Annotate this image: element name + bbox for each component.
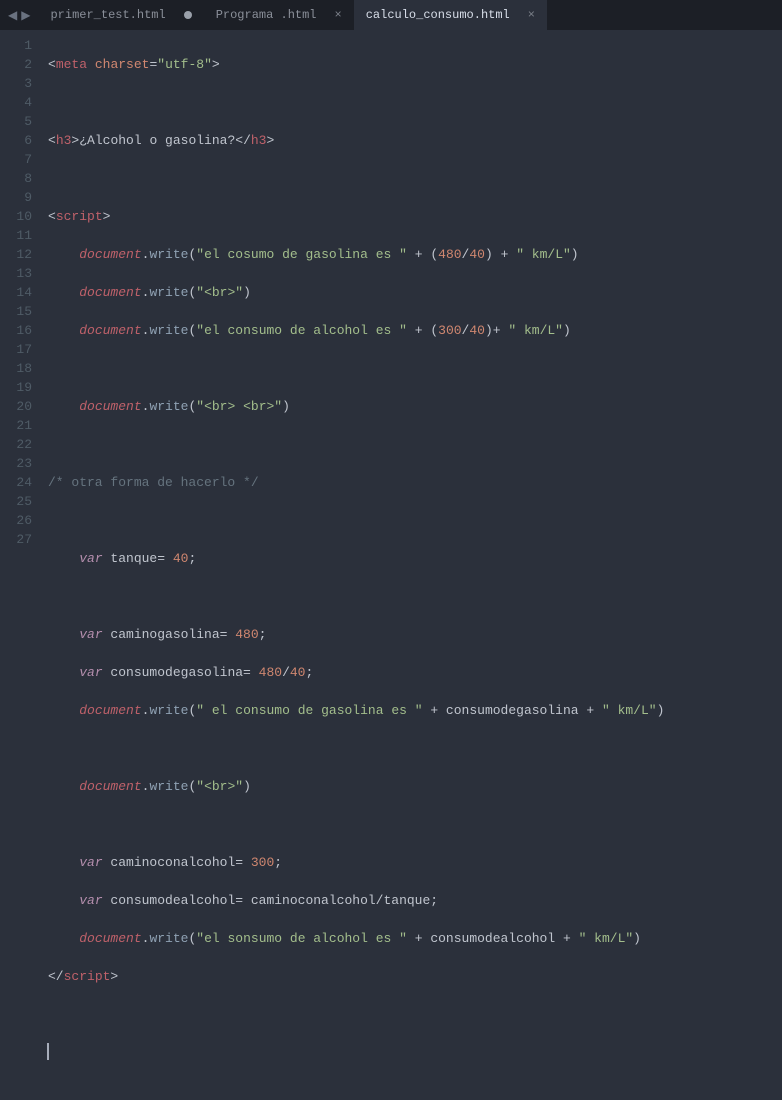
line-gutter: 1234567891011121314151617181920212223242…	[0, 30, 40, 597]
tab-label: calculo_consumo.html	[366, 8, 510, 22]
tab-primer-test[interactable]: primer_test.html	[38, 0, 203, 30]
tab-label: primer_test.html	[50, 8, 165, 22]
tab-programa[interactable]: Programa .html ×	[204, 0, 354, 30]
tab-calculo-consumo[interactable]: calculo_consumo.html ×	[354, 0, 547, 30]
tab-label: Programa .html	[216, 8, 317, 22]
close-icon[interactable]: ×	[528, 8, 535, 22]
editor: 1234567891011121314151617181920212223242…	[0, 30, 782, 597]
code-area[interactable]: <meta charset="utf-8"> <h3>¿Alcohol o ga…	[40, 30, 782, 597]
tab-prev-icon[interactable]: ◀	[6, 8, 19, 23]
cursor	[48, 1043, 782, 1062]
tab-nav-arrows: ◀ ▶	[0, 8, 38, 23]
tab-bar: ◀ ▶ primer_test.html Programa .html × ca…	[0, 0, 782, 30]
dirty-icon[interactable]	[184, 11, 192, 19]
close-icon[interactable]: ×	[335, 8, 342, 22]
tab-next-icon[interactable]: ▶	[19, 8, 32, 23]
